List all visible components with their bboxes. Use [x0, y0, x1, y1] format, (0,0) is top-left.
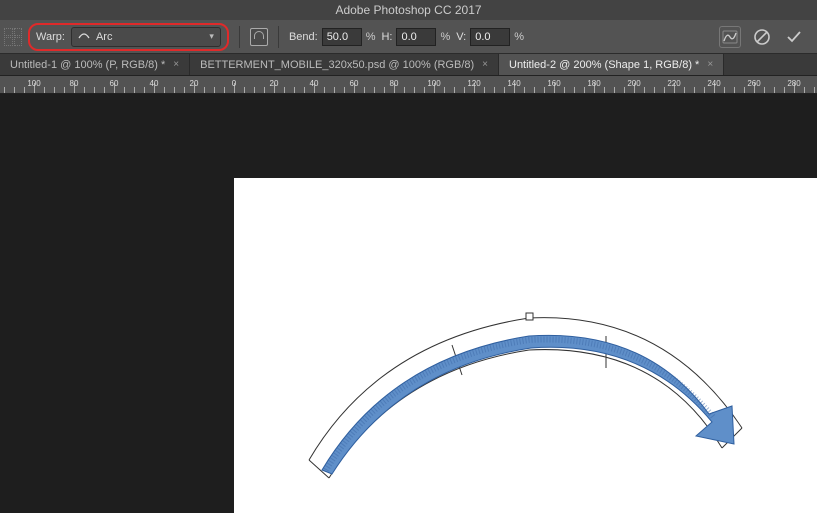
h-suffix: %: [440, 31, 450, 43]
horizontal-ruler: 1008060402002040608010012014016018020022…: [0, 76, 817, 94]
warp-label: Warp:: [36, 31, 65, 43]
document-tabs: Untitled-1 @ 100% (P, RGB/8) * × BETTERM…: [0, 54, 817, 76]
warp-style-group: Warp: Arc ▾: [28, 23, 229, 51]
commit-transform-icon[interactable]: [783, 26, 805, 48]
h-field: H: %: [381, 28, 450, 46]
tab-untitled-1[interactable]: Untitled-1 @ 100% (P, RGB/8) * ×: [0, 54, 190, 75]
bend-label: Bend:: [289, 31, 318, 43]
switch-warp-freeform-icon[interactable]: [719, 26, 741, 48]
separator: [278, 26, 279, 48]
options-bar: Warp: Arc ▾ Bend: % H: % V: %: [0, 20, 817, 54]
bend-field: Bend: %: [289, 28, 376, 46]
warp-orientation-icon[interactable]: [250, 28, 268, 46]
title-bar: Adobe Photoshop CC 2017: [0, 0, 817, 20]
close-icon[interactable]: ×: [173, 59, 179, 70]
warp-style-value: Arc: [96, 31, 113, 43]
document-canvas[interactable]: [234, 178, 817, 513]
h-input[interactable]: [396, 28, 436, 46]
app-title: Adobe Photoshop CC 2017: [335, 3, 481, 17]
tab-label: BETTERMENT_MOBILE_320x50.psd @ 100% (RGB…: [200, 59, 474, 71]
v-label: V:: [456, 31, 466, 43]
v-field: V: %: [456, 28, 524, 46]
tab-label: Untitled-1 @ 100% (P, RGB/8) *: [10, 59, 165, 71]
separator: [239, 26, 240, 48]
transform-handle[interactable]: [526, 313, 533, 320]
cancel-transform-icon[interactable]: [751, 26, 773, 48]
alignment-grid-icon[interactable]: [4, 28, 22, 46]
tab-untitled-2[interactable]: Untitled-2 @ 200% (Shape 1, RGB/8) * ×: [499, 54, 724, 75]
v-suffix: %: [514, 31, 524, 43]
h-label: H:: [381, 31, 392, 43]
tab-betterment-mobile[interactable]: BETTERMENT_MOBILE_320x50.psd @ 100% (RGB…: [190, 54, 499, 75]
bend-suffix: %: [366, 31, 376, 43]
work-area: [0, 94, 817, 513]
v-input[interactable]: [470, 28, 510, 46]
arc-icon: [78, 29, 90, 44]
close-icon[interactable]: ×: [707, 59, 713, 70]
options-right-group: [719, 26, 813, 48]
tab-label: Untitled-2 @ 200% (Shape 1, RGB/8) *: [509, 59, 699, 71]
warp-shape[interactable]: [234, 178, 817, 513]
warp-style-select[interactable]: Arc ▾: [71, 27, 221, 47]
bend-input[interactable]: [322, 28, 362, 46]
chevron-down-icon: ▾: [209, 31, 214, 42]
close-icon[interactable]: ×: [482, 59, 488, 70]
